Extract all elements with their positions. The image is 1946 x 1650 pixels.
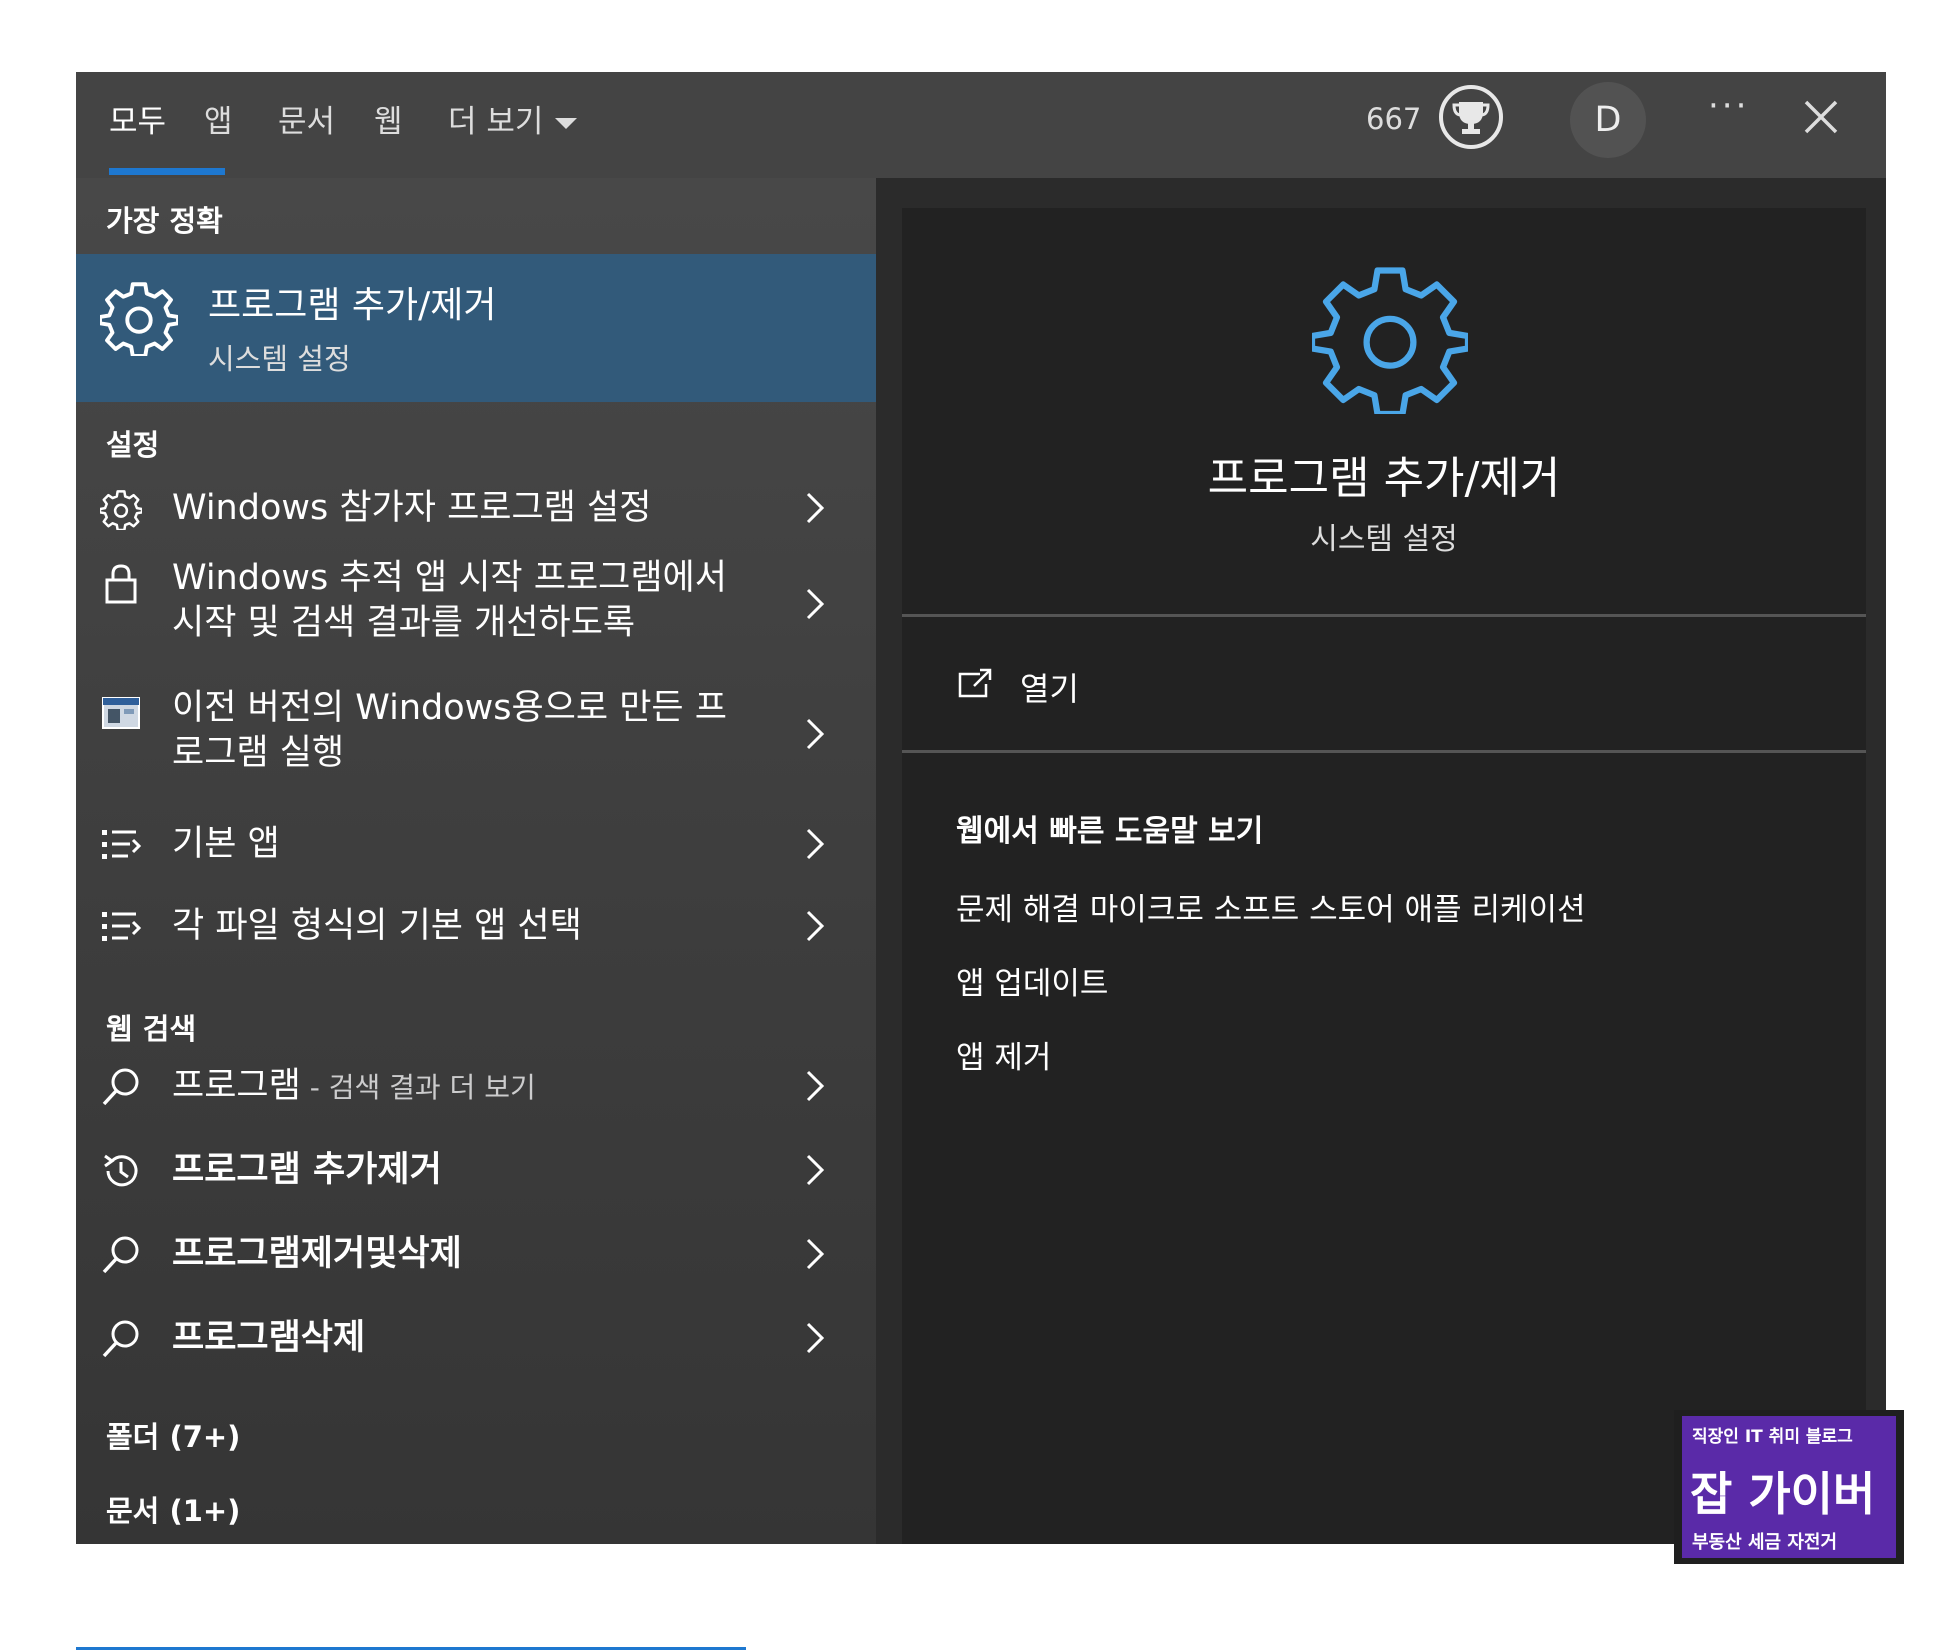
chevron-right-icon[interactable] (804, 586, 826, 622)
settings-item-label: 이전 버전의 Windows용으로 만든 프로그램 실행 (172, 688, 727, 773)
settings-item-label: 기본 앱 (172, 824, 280, 864)
open-action[interactable]: 열기 (1020, 664, 1079, 710)
chevron-right-icon[interactable] (804, 1320, 826, 1356)
web-help-heading: 웹에서 빠른 도움말 보기 (956, 814, 1264, 849)
tab-apps[interactable]: 앱 (204, 96, 233, 141)
chevron-right-icon[interactable] (804, 490, 826, 526)
tab-more-label: 더 보기 (448, 104, 544, 140)
chevron-right-icon[interactable] (804, 908, 826, 944)
help-link-app-update[interactable]: 앱 업데이트 (956, 958, 1108, 1003)
settings-item-tracking[interactable]: Windows 추적 앱 시작 프로그램에서 시작 및 검색 결과를 개선하도록 (76, 556, 876, 652)
chevron-right-icon[interactable] (804, 716, 826, 752)
detail-panel: 프로그램 추가/제거 시스템 설정 열기 웹에서 빠른 도움말 보기 문제 해결… (902, 208, 1866, 1544)
chevron-right-icon[interactable] (804, 1236, 826, 1272)
watermark-top-text: 직장인 IT 취미 블로그 (1692, 1427, 1853, 1447)
search-window: 모두 앱 문서 웹 더 보기 667 D ··· 가장 정확 프로그램 추가/제… (76, 72, 1886, 1650)
chevron-right-icon[interactable] (804, 826, 826, 862)
user-avatar[interactable]: D (1570, 82, 1646, 158)
divider (902, 614, 1866, 617)
tab-web[interactable]: 웹 (374, 96, 403, 141)
settings-item-insider[interactable]: Windows 참가자 프로그램 설정 (76, 478, 876, 538)
web-item-add-remove[interactable]: 프로그램 추가제거 (76, 1140, 876, 1200)
chevron-right-icon[interactable] (804, 1152, 826, 1188)
chevron-right-icon[interactable] (804, 1068, 826, 1104)
web-item-remove-delete[interactable]: 프로그램제거및삭제 (76, 1224, 876, 1284)
web-item-label: 프로그램제거및삭제 (172, 1234, 462, 1274)
window-app-icon (102, 697, 140, 729)
close-icon[interactable] (1798, 94, 1844, 140)
list-icon (102, 830, 142, 859)
help-link-app-remove[interactable]: 앱 제거 (956, 1032, 1051, 1077)
results-list: 가장 정확 프로그램 추가/제거 시스템 설정 설정 Windows 참가자 프… (76, 178, 876, 1650)
web-item-label: 프로그램 추가제거 (172, 1150, 442, 1190)
search-icon (102, 1320, 139, 1358)
settings-item-default-apps[interactable]: 기본 앱 (76, 814, 876, 874)
list-icon (102, 912, 142, 941)
watermark-bottom-text: 부동산 세금 자전거 (1692, 1532, 1838, 1553)
active-tab-indicator (109, 168, 225, 175)
web-item-delete[interactable]: 프로그램삭제 (76, 1308, 876, 1368)
blog-watermark-logo: 직장인 IT 취미 블로그 잡 가이버 부동산 세금 자전거 (1674, 1410, 1904, 1564)
detail-title: 프로그램 추가/제거 (1207, 453, 1561, 504)
tab-documents[interactable]: 문서 (278, 96, 335, 141)
search-header: 모두 앱 문서 웹 더 보기 667 D ··· (76, 72, 1886, 178)
section-header-web-search: 웹 검색 (106, 1012, 197, 1046)
settings-item-label: 각 파일 형식의 기본 앱 선택 (172, 906, 582, 946)
search-icon (102, 1236, 139, 1274)
gear-icon (100, 282, 178, 356)
web-item-query: 프로그램 (172, 1066, 301, 1106)
section-header-folders[interactable]: 폴더 (7+) (106, 1414, 240, 1456)
more-options-button[interactable]: ··· (1708, 86, 1749, 126)
trophy-icon[interactable] (1438, 84, 1504, 150)
watermark-badge: 직장인 IT 취미 블로그 잡 가이버 부동산 세금 자전거 (1682, 1416, 1896, 1558)
settings-item-file-types[interactable]: 각 파일 형식의 기본 앱 선택 (76, 896, 876, 956)
gear-icon (1312, 267, 1468, 414)
best-match-result[interactable]: 프로그램 추가/제거 시스템 설정 (76, 254, 876, 402)
settings-item-compat[interactable]: 이전 버전의 Windows용으로 만든 프로그램 실행 (76, 686, 876, 782)
tab-more[interactable]: 더 보기 (448, 96, 578, 141)
web-item-suffix: - 검색 결과 더 보기 (300, 1071, 536, 1104)
section-header-best-match: 가장 정확 (106, 204, 223, 238)
settings-item-label: Windows 참가자 프로그램 설정 (172, 488, 652, 528)
section-header-documents[interactable]: 문서 (1+) (106, 1488, 240, 1530)
history-icon (104, 1154, 138, 1187)
lock-icon (105, 564, 137, 604)
gear-icon (100, 490, 142, 530)
help-link-troubleshoot-store[interactable]: 문제 해결 마이크로 소프트 스토어 애플 리케이션 (956, 884, 1586, 929)
watermark-main-text: 잡 가이버 (1690, 1467, 1876, 1521)
tab-all[interactable]: 모두 (109, 96, 166, 141)
open-external-icon (958, 668, 992, 698)
rewards-points: 667 (1366, 102, 1422, 136)
web-item-label: 프로그램 - 검색 결과 더 보기 (172, 1064, 732, 1110)
divider (902, 750, 1866, 753)
web-item-program[interactable]: 프로그램 - 검색 결과 더 보기 (76, 1056, 876, 1116)
settings-item-label: Windows 추적 앱 시작 프로그램에서 시작 및 검색 결과를 개선하도록 (172, 558, 727, 643)
best-match-title: 프로그램 추가/제거 (208, 285, 497, 326)
chevron-down-icon (555, 118, 578, 129)
section-header-settings: 설정 (106, 428, 160, 462)
web-item-label: 프로그램삭제 (172, 1318, 366, 1358)
detail-subtitle: 시스템 설정 (1310, 522, 1458, 557)
search-icon (102, 1068, 139, 1106)
best-match-subtitle: 시스템 설정 (208, 342, 351, 376)
